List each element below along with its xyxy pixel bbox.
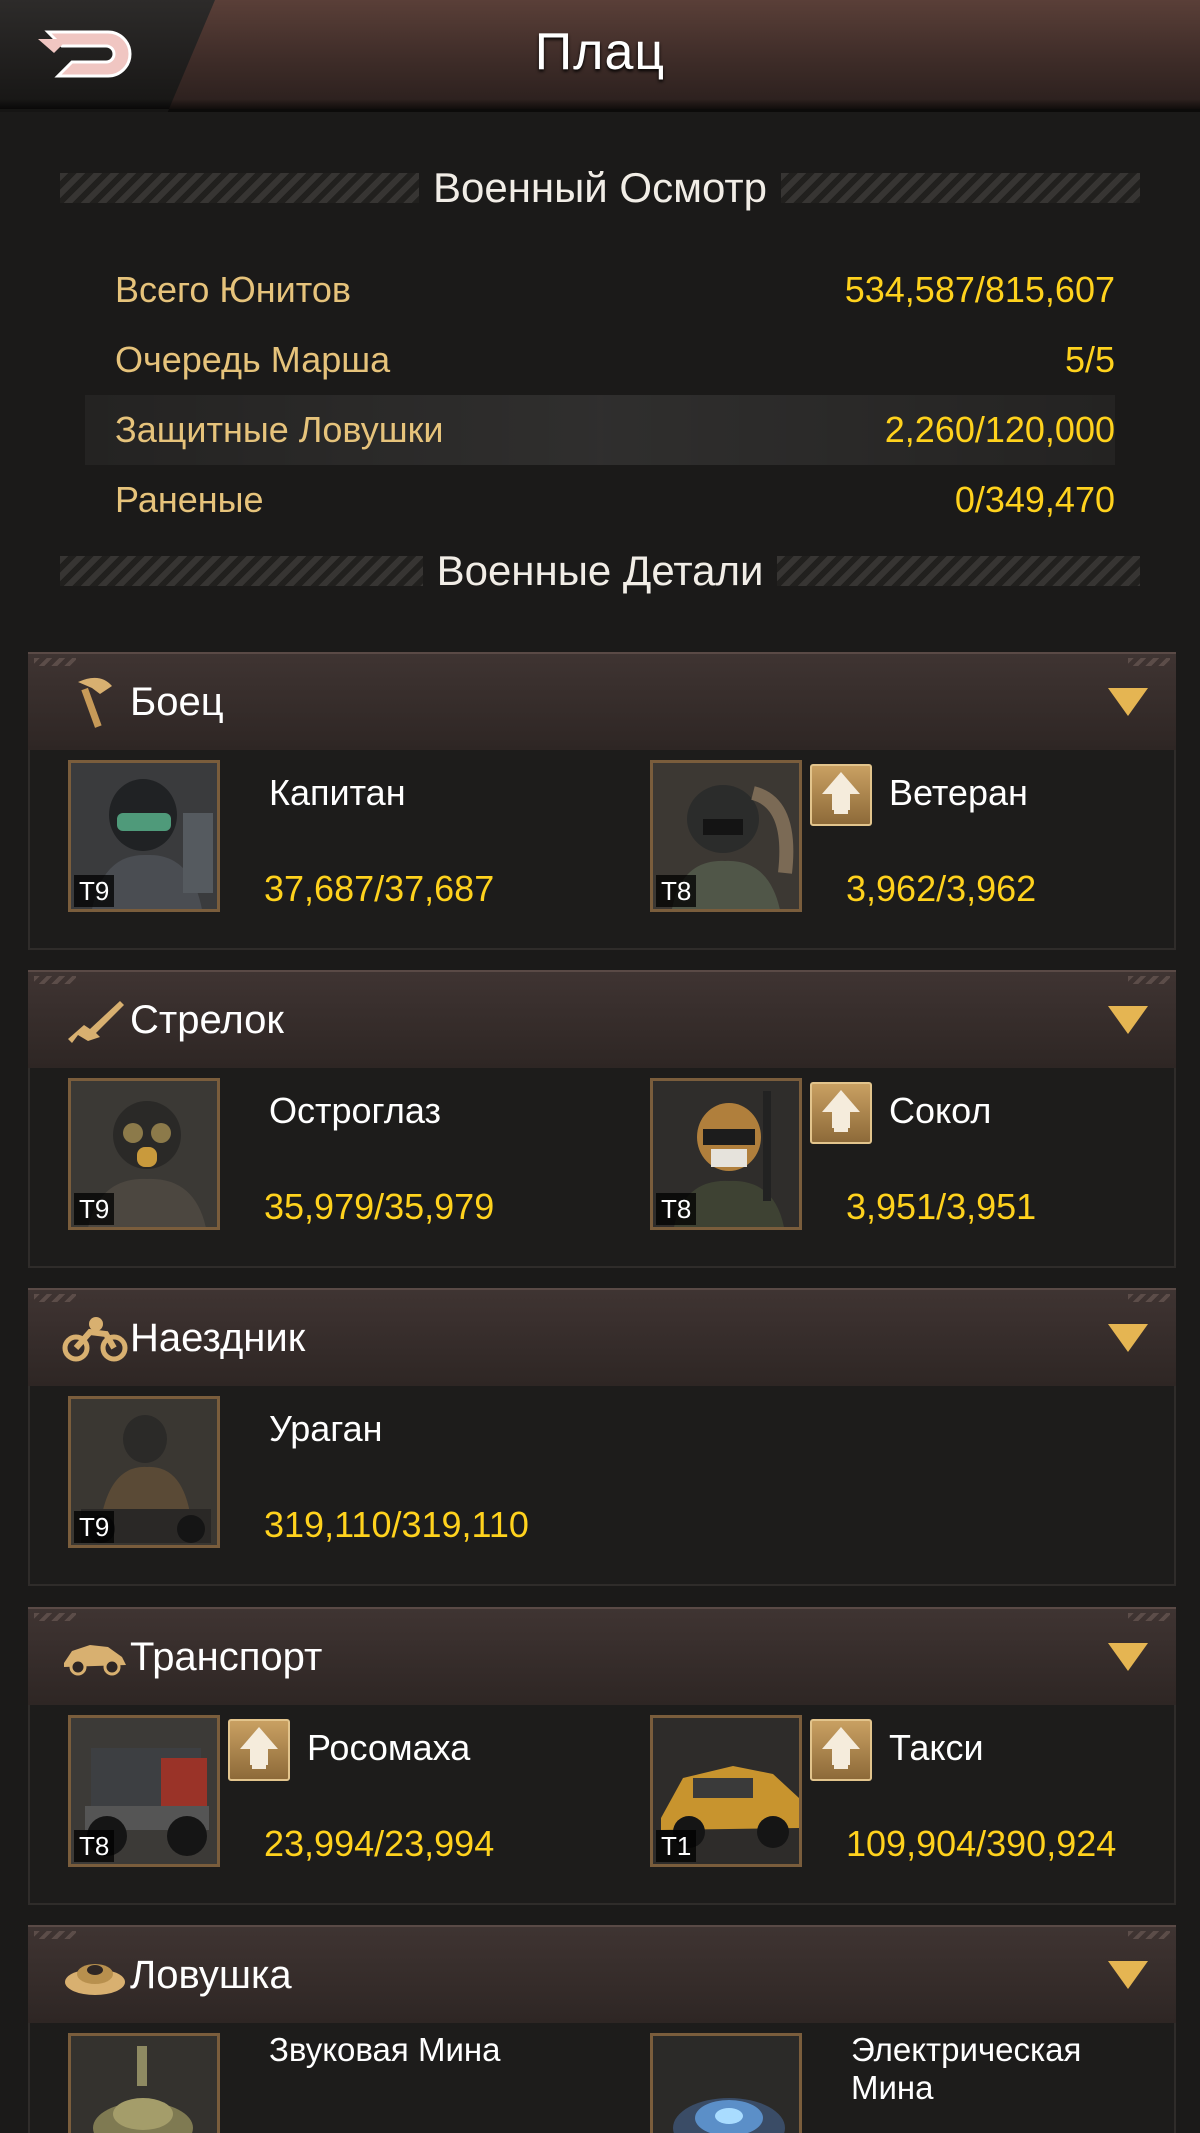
unit-card[interactable]: T8 Сокол 3,951/3,951	[650, 1078, 1200, 1238]
category-units: T9 Остроглаз 35,979/35,979 T8 Сокол 3,95…	[28, 1068, 1176, 1268]
category-name: Ловушка	[130, 1952, 292, 1997]
category-header[interactable]: Транспорт	[28, 1607, 1176, 1705]
stat-label: Защитные Ловушки	[115, 409, 444, 450]
unit-count: 23,994/23,994	[264, 1823, 495, 1864]
category-fighter: Боец T9 Капитан 37,687/37,687 T8 Ветеран…	[28, 652, 1176, 950]
unit-card[interactable]: T9 Остроглаз 35,979/35,979	[68, 1078, 628, 1238]
chevron-down-icon[interactable]	[1108, 1324, 1148, 1352]
unit-count: 3,962/3,962	[846, 868, 1037, 909]
tier-badge: T9	[74, 1193, 115, 1225]
unit-card[interactable]: Электрическая Мина	[650, 2031, 1200, 2133]
stat-row-march-queue: Очередь Марша 5/5	[85, 325, 1115, 395]
inspection-stats: Всего Юнитов 534,587/815,607 Очередь Мар…	[0, 255, 1200, 535]
chevron-down-icon[interactable]	[1108, 1006, 1148, 1034]
category-units: T8 Росомаха 23,994/23,994 T1 Такси 109,9…	[28, 1705, 1176, 1905]
unit-name: Звуковая Мина	[269, 2031, 501, 2068]
unit-count: 3,951/3,951	[846, 1186, 1037, 1227]
details-header: Военные Детали	[60, 541, 1140, 601]
category-name: Наездник	[130, 1315, 306, 1360]
header-stripe	[781, 173, 1141, 203]
unit-count: 109,904/390,924	[846, 1823, 1117, 1864]
stat-value: 534,587/815,607	[844, 269, 1115, 310]
category-header[interactable]: Боец	[28, 652, 1176, 750]
unit-card[interactable]: Звуковая Мина	[68, 2031, 628, 2133]
stat-value: 0/349,470	[954, 479, 1115, 520]
unit-portrait[interactable]: T1	[650, 1715, 802, 1867]
inspection-title: Военный Осмотр	[433, 164, 768, 211]
unit-name: Сокол	[889, 1090, 992, 1131]
category-units: Звуковая Мина Электрическая Мина	[28, 2023, 1176, 2133]
stat-row-traps: Защитные Ловушки 2,260/120,000	[85, 395, 1115, 465]
stat-row-wounded: Раненые 0/349,470	[85, 465, 1115, 535]
category-trap: Ловушка Звуковая Мина Электрическая Мина	[28, 1925, 1176, 2133]
top-bar: Плац	[0, 0, 1200, 112]
unit-name: Росомаха	[307, 1727, 471, 1768]
tier-badge: T1	[656, 1830, 697, 1862]
stat-row-total-units: Всего Юнитов 534,587/815,607	[85, 255, 1115, 325]
header-stripe	[60, 173, 419, 203]
tier-badge: T8	[656, 1193, 697, 1225]
category-units: T9 Ураган 319,110/319,110	[28, 1386, 1176, 1586]
inspection-header: Военный Осмотр	[60, 158, 1141, 218]
chevron-down-icon[interactable]	[1108, 1961, 1148, 1989]
car-icon	[58, 1620, 132, 1694]
tier-badge: T8	[656, 875, 697, 907]
category-name: Боец	[130, 679, 224, 724]
unit-portrait[interactable]	[650, 2033, 802, 2133]
tier-badge: T8	[74, 1830, 115, 1862]
category-units: T9 Капитан 37,687/37,687 T8 Ветеран 3,96…	[28, 750, 1176, 950]
stat-label: Раненые	[115, 479, 264, 520]
stat-label: Всего Юнитов	[115, 269, 351, 310]
unit-portrait[interactable]: T8	[650, 760, 802, 912]
axe-icon	[58, 665, 132, 739]
tier-badge: T9	[74, 1511, 115, 1543]
header-stripe	[60, 556, 423, 586]
category-transport: Транспорт T8 Росомаха 23,994/23,994 T1 Т…	[28, 1607, 1176, 1905]
unit-name: Ураган	[269, 1408, 383, 1449]
header-stripe	[777, 556, 1140, 586]
unit-name: Ветеран	[889, 772, 1028, 813]
unit-name: Остроглаз	[269, 1090, 442, 1131]
upgrade-arrow-icon[interactable]	[810, 1719, 872, 1781]
category-header[interactable]: Ловушка	[28, 1925, 1176, 2023]
unit-portrait[interactable]: T9	[68, 1078, 220, 1230]
category-name: Транспорт	[130, 1634, 323, 1679]
motorcycle-icon	[58, 1301, 132, 1375]
unit-portrait[interactable]: T8	[650, 1078, 802, 1230]
tier-badge: T9	[74, 875, 115, 907]
stat-label: Очередь Марша	[115, 339, 391, 380]
page-title: Плац	[534, 23, 666, 81]
mine-icon	[58, 1938, 132, 2012]
unit-portrait[interactable]: T9	[68, 1396, 220, 1548]
unit-portrait[interactable]	[68, 2033, 220, 2133]
unit-card[interactable]: T9 Ураган 319,110/319,110	[68, 1396, 628, 1556]
unit-name: Такси	[889, 1727, 984, 1768]
category-header[interactable]: Наездник	[28, 1288, 1176, 1386]
unit-count: 37,687/37,687	[264, 868, 495, 909]
unit-card[interactable]: T1 Такси 109,904/390,924	[650, 1715, 1200, 1875]
stat-value: 2,260/120,000	[884, 409, 1115, 450]
unit-card[interactable]: T8 Росомаха 23,994/23,994	[68, 1715, 628, 1875]
unit-count: 319,110/319,110	[264, 1504, 529, 1545]
unit-card[interactable]: T9 Капитан 37,687/37,687	[68, 760, 628, 920]
unit-name: Капитан	[269, 772, 406, 813]
upgrade-arrow-icon[interactable]	[810, 1082, 872, 1144]
unit-name: Электрическая Мина	[851, 2031, 1082, 2106]
category-name: Стрелок	[130, 997, 284, 1042]
rifle-icon	[58, 983, 132, 1057]
stat-value: 5/5	[1064, 339, 1115, 380]
category-rider: Наездник T9 Ураган 319,110/319,110	[28, 1288, 1176, 1586]
unit-portrait[interactable]: T8	[68, 1715, 220, 1867]
category-shooter: Стрелок T9 Остроглаз 35,979/35,979 T8 Со…	[28, 970, 1176, 1268]
upgrade-arrow-icon[interactable]	[810, 764, 872, 826]
unit-count: 35,979/35,979	[264, 1186, 495, 1227]
upgrade-arrow-icon[interactable]	[228, 1719, 290, 1781]
details-title: Военные Детали	[436, 547, 764, 594]
category-header[interactable]: Стрелок	[28, 970, 1176, 1068]
unit-portrait[interactable]: T9	[68, 760, 220, 912]
unit-card[interactable]: T8 Ветеран 3,962/3,962	[650, 760, 1200, 920]
chevron-down-icon[interactable]	[1108, 1643, 1148, 1671]
chevron-down-icon[interactable]	[1108, 688, 1148, 716]
